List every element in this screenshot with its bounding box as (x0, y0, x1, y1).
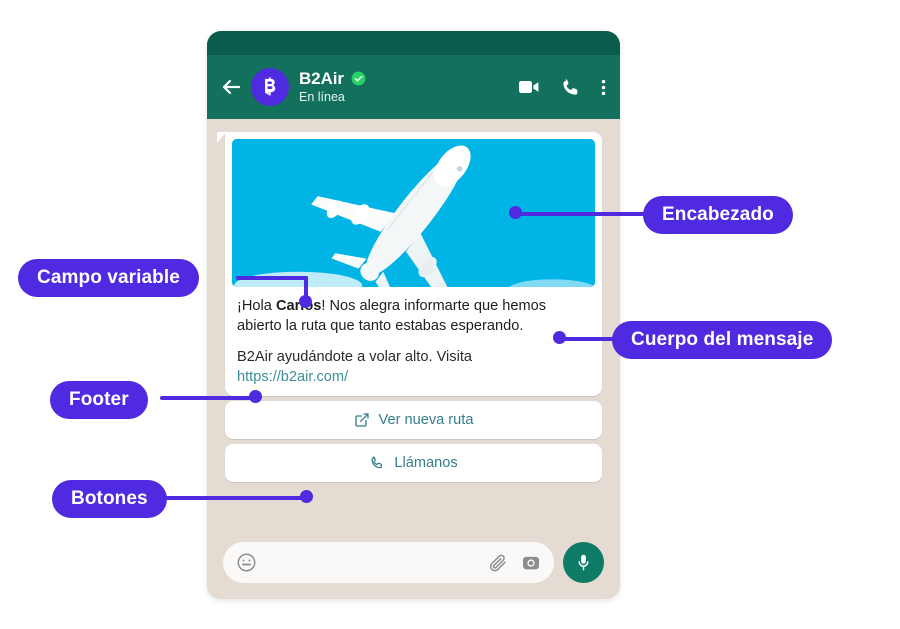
voice-call-icon (563, 78, 578, 95)
phone-icon (371, 456, 383, 469)
chat-header: B2Air En línea (207, 55, 620, 119)
footer-link[interactable]: https://b2air.com/ (237, 368, 590, 388)
callout-botones: Botones (52, 480, 167, 518)
video-call-icon (519, 81, 539, 93)
phone-mockup: B2Air En línea ¡Hola Carlos! Nos alegra … (207, 31, 620, 599)
emoji-icon[interactable] (236, 552, 257, 573)
message-footer: B2Air ayudándote a volar alto. Visita ht… (232, 336, 595, 387)
leader-encabezado (515, 212, 645, 216)
composer-field[interactable] (223, 541, 554, 584)
video-call-button[interactable] (517, 75, 560, 99)
b2air-logo-icon (265, 77, 276, 96)
body-greeting: ¡Hola (237, 298, 276, 314)
leader-dot-cuerpo (553, 331, 566, 344)
message-input[interactable] (267, 541, 478, 584)
verified-badge-icon (351, 71, 366, 86)
avatar[interactable] (251, 68, 289, 106)
microphone-icon (578, 554, 589, 571)
callout-footer: Footer (50, 381, 148, 419)
overflow-menu-icon (601, 79, 606, 95)
overflow-menu-button[interactable] (601, 77, 606, 98)
leader-dot-encabezado (509, 206, 522, 219)
message-body-text: ¡Hola Carlos! Nos alegra informarte que … (232, 287, 595, 336)
callout-campo-variable: Campo variable (18, 259, 199, 297)
camera-icon[interactable] (521, 553, 541, 573)
cta-button-llamanos[interactable]: Llámanos (225, 444, 602, 482)
leader-campo-variable-h (236, 276, 308, 280)
template-message-card: ¡Hola Carlos! Nos alegra informarte que … (217, 132, 602, 482)
leader-dot-campo-variable (299, 295, 312, 308)
leader-footer-h (160, 396, 256, 400)
chat-body: ¡Hola Carlos! Nos alegra informarte que … (207, 119, 620, 599)
footer-text: B2Air ayudándote a volar alto. Visita (237, 349, 472, 365)
status-bar (207, 31, 620, 55)
external-link-icon (354, 413, 369, 427)
cta-label: Llámanos (394, 454, 458, 471)
leader-cuerpo-h (560, 337, 618, 341)
paperclip-icon[interactable] (488, 553, 508, 573)
contact-status: En línea (299, 90, 345, 104)
cta-button-ver-nueva-ruta[interactable]: Ver nueva ruta (225, 401, 602, 439)
mic-button[interactable] (563, 542, 604, 583)
composer-bar (207, 541, 620, 584)
leader-botones-h (160, 496, 308, 500)
back-arrow-icon[interactable] (219, 75, 243, 99)
cta-label: Ver nueva ruta (378, 411, 474, 428)
message-bubble: ¡Hola Carlos! Nos alegra informarte que … (217, 132, 602, 396)
contact-name: B2Air (299, 69, 344, 88)
callout-encabezado: Encabezado (643, 196, 793, 234)
contact-identity[interactable]: B2Air En línea (299, 69, 517, 105)
voice-call-button[interactable] (560, 77, 601, 98)
leader-dot-footer (249, 390, 262, 403)
leader-dot-botones (300, 490, 313, 503)
callout-cuerpo-del-mensaje: Cuerpo del mensaje (612, 321, 833, 359)
